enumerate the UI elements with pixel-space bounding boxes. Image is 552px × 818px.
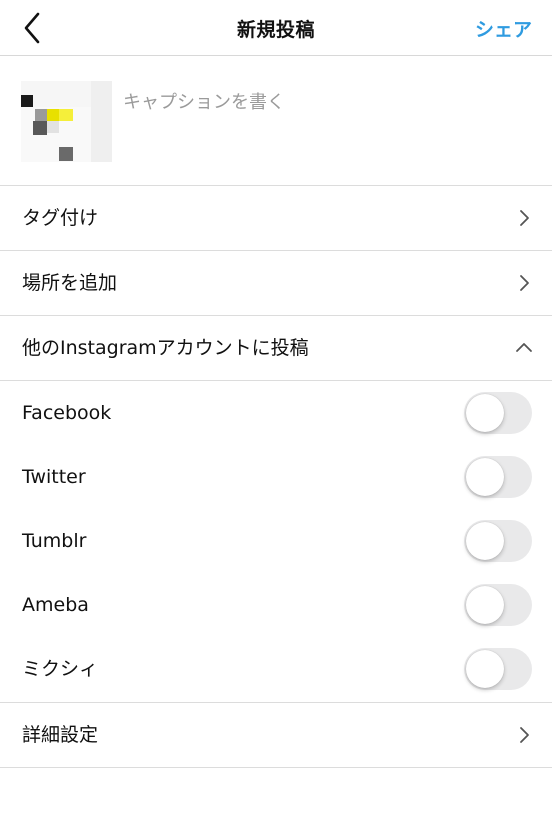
- chevron-up-icon: [516, 343, 532, 352]
- chevron-right-icon: [520, 275, 529, 291]
- share-target-row: Twitter: [0, 445, 552, 509]
- other-accounts-row[interactable]: 他のInstagramアカウントに投稿: [0, 316, 552, 381]
- nav-header: 新規投稿 シェア: [0, 0, 552, 56]
- toggle-knob: [466, 586, 504, 624]
- other-accounts-label: 他のInstagramアカウントに投稿: [22, 337, 309, 359]
- share-target-row: Ameba: [0, 573, 552, 637]
- advanced-settings-row[interactable]: 詳細設定: [0, 703, 552, 768]
- advanced-settings-label: 詳細設定: [22, 724, 99, 746]
- share-target-row: ミクシィ: [0, 637, 552, 701]
- compose-section: [0, 56, 552, 186]
- share-target-label: Tumblr: [22, 530, 87, 552]
- ameba-toggle[interactable]: [464, 584, 532, 626]
- post-thumbnail: [21, 81, 112, 162]
- add-location-label: 場所を追加: [22, 272, 118, 294]
- mixi-toggle[interactable]: [464, 648, 532, 690]
- share-target-label: Ameba: [22, 594, 89, 616]
- toggle-knob: [466, 394, 504, 432]
- share-button[interactable]: シェア: [475, 15, 532, 42]
- share-target-label: Twitter: [22, 466, 86, 488]
- toggle-knob: [466, 458, 504, 496]
- caption-input[interactable]: [123, 86, 523, 118]
- toggle-knob: [466, 522, 504, 560]
- twitter-toggle[interactable]: [464, 456, 532, 498]
- toggle-knob: [466, 650, 504, 688]
- tag-people-row[interactable]: タグ付け: [0, 186, 552, 251]
- chevron-right-icon: [520, 210, 529, 226]
- divider: [0, 767, 552, 768]
- chevron-left-icon: [24, 12, 40, 44]
- share-target-row: Tumblr: [0, 509, 552, 573]
- tag-people-label: タグ付け: [22, 207, 99, 229]
- add-location-row[interactable]: 場所を追加: [0, 251, 552, 316]
- back-button[interactable]: [14, 8, 54, 48]
- share-target-label: ミクシィ: [22, 658, 99, 680]
- share-target-label: Facebook: [22, 402, 112, 424]
- chevron-right-icon: [520, 727, 529, 743]
- page-title: 新規投稿: [236, 19, 315, 41]
- share-target-row: Facebook: [0, 381, 552, 445]
- tumblr-toggle[interactable]: [464, 520, 532, 562]
- facebook-toggle[interactable]: [464, 392, 532, 434]
